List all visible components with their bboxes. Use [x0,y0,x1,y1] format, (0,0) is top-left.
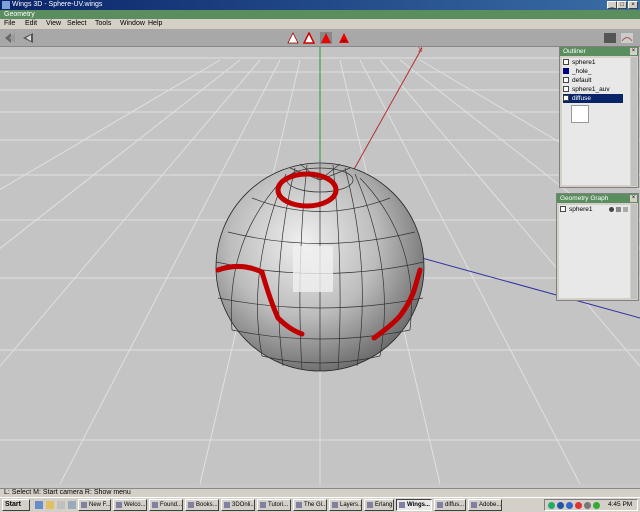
status-text: L: Select M: Start camera R: Show menu [4,489,131,496]
outliner-title[interactable]: Outliner [560,47,638,56]
view-mode-icon[interactable] [22,32,34,44]
task-button[interactable]: Books... [185,499,219,511]
geometry-graph-item-sphere1[interactable]: sphere1 [560,205,630,214]
geometry-graph-close-button[interactable]: × [630,195,637,202]
smooth-icon[interactable] [604,32,616,44]
window-title-bar[interactable]: Wings 3D - Sphere-UV.wings _ □ × [0,0,640,10]
render-icon[interactable] [621,32,633,44]
geometry-graph-panel: Geometry Graph × sphere1 [556,193,639,301]
menu-tools[interactable]: Tools [95,20,111,27]
sphere-mesh [215,162,425,372]
toolbar [0,29,640,47]
task-button[interactable]: Erlang [364,499,394,511]
image-icon [563,95,569,102]
wireframe-icon[interactable] [623,207,628,212]
material-icon [563,77,569,84]
tray-icon[interactable] [584,502,591,509]
object-icon [563,59,569,66]
menu-help[interactable]: Help [148,20,162,27]
geometry-graph-scrollbar[interactable] [631,204,637,299]
geometry-header: Geometry [0,10,640,19]
task-button[interactable]: New F... [78,499,111,511]
edge-mode-icon[interactable] [303,32,315,44]
menu-bar: File Edit View Select Tools Window Help [0,19,640,29]
x-axis-label: X [418,47,423,54]
maximize-button[interactable]: □ [617,1,627,9]
clock: 4:45 PM [608,501,633,508]
menu-select[interactable]: Select [67,20,86,27]
status-bar: L: Select M: Start camera R: Show menu [0,488,640,497]
geometry-graph-title[interactable]: Geometry Graph [557,194,638,203]
outliner-close-button[interactable]: × [630,48,637,55]
task-button[interactable]: Tutori... [257,499,291,511]
menu-window[interactable]: Window [120,20,145,27]
material-icon [563,68,569,75]
taskbar: Start New F... Welco... Found... Books..… [0,497,640,512]
outliner-item-hole[interactable]: _hole_ [563,67,592,76]
tray-icon[interactable] [548,502,555,509]
outliner-scrollbar[interactable] [631,57,637,186]
lock-icon[interactable] [616,207,621,212]
vertex-mode-icon[interactable] [287,32,299,44]
outliner-item-diffuse[interactable]: diffuse [563,94,623,103]
geometry-header-label: Geometry [4,11,35,18]
geometry-graph-list: sphere1 [559,205,630,298]
quick-launch-icon[interactable] [57,501,65,509]
tray-icon[interactable] [566,502,573,509]
app-icon [2,1,10,9]
3d-viewport[interactable]: X [0,47,640,484]
outliner-item-sphere1-auv[interactable]: sphere1_auv [563,85,610,94]
outliner-item-default[interactable]: default [563,76,592,85]
task-button[interactable]: Welco... [113,499,147,511]
outliner-item-sphere1[interactable]: sphere1 [563,58,596,67]
task-button[interactable]: The Gl... [293,499,327,511]
close-button[interactable]: × [628,1,638,9]
menu-view[interactable]: View [46,20,61,27]
menu-file[interactable]: File [4,20,15,27]
quick-launch-icon[interactable] [68,501,76,509]
task-button[interactable]: Layers... [329,499,362,511]
start-button[interactable]: Start [2,499,30,511]
task-button[interactable]: 3DOnli... [221,499,255,511]
tray-icon[interactable] [557,502,564,509]
visibility-eye-icon[interactable] [609,207,614,212]
quick-launch-icon[interactable] [46,501,54,509]
system-tray: 4:45 PM [544,499,638,511]
task-button[interactable]: Adobe... [468,499,502,511]
outliner-panel: Outliner × sphere1 _hole_ default sphere… [559,46,639,188]
outliner-list: sphere1 _hole_ default sphere1_auv diffu… [562,58,630,185]
diffuse-thumbnail[interactable] [571,105,589,123]
minimize-button[interactable]: _ [607,1,617,9]
task-button[interactable]: Found... [149,499,183,511]
image-icon [563,86,569,93]
highlight-face [293,246,333,292]
face-mode-icon[interactable] [320,32,332,44]
tray-icon[interactable] [575,502,582,509]
object-icon [560,206,566,213]
body-mode-icon[interactable] [338,32,350,44]
perspective-icon[interactable] [4,32,16,44]
window-title: Wings 3D - Sphere-UV.wings [12,1,103,8]
quick-launch-icon[interactable] [35,501,43,509]
task-button-active[interactable]: Wings... [396,499,432,511]
task-button[interactable]: diffus... [434,499,466,511]
viewport-canvas[interactable]: X [0,47,640,484]
menu-edit[interactable]: Edit [25,20,37,27]
tray-icon[interactable] [593,502,600,509]
